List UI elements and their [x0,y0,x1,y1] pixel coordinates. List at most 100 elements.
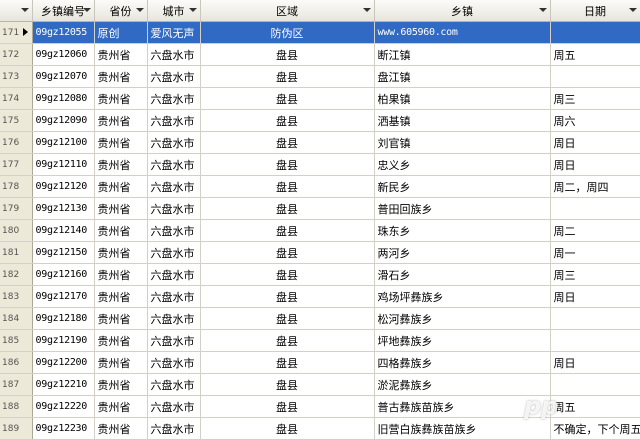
cell-area[interactable]: 盘县 [200,307,375,330]
cell-province[interactable]: 贵州省 [94,285,148,308]
table-row[interactable]: 172 09gz12060 贵州省 六盘水市 盘县 断江镇 周五 [0,43,640,66]
cell-area[interactable]: 盘县 [200,285,375,308]
cell-town[interactable]: 淤泥彝族乡 [374,373,551,396]
cell-town[interactable]: 忠义乡 [374,153,551,176]
cell-province[interactable]: 原创 [94,21,148,44]
row-number-cell[interactable]: 173 [0,65,33,88]
cell-province[interactable]: 贵州省 [94,307,148,330]
cell-date[interactable]: 周日 [550,153,640,176]
cell-city[interactable]: 六盘水市 [147,43,201,66]
cell-city[interactable]: 六盘水市 [147,351,201,374]
header-area[interactable]: 区域 [200,0,375,22]
cell-town-code[interactable]: 09gz12210 [32,373,95,396]
cell-town[interactable]: 两河乡 [374,241,551,264]
table-row[interactable]: 183 09gz12170 贵州省 六盘水市 盘县 鸡场坪彝族乡 周日 [0,285,640,308]
cell-area[interactable]: 盘县 [200,241,375,264]
cell-area[interactable]: 盘县 [200,219,375,242]
cell-town-code[interactable]: 09gz12170 [32,285,95,308]
cell-town-code[interactable]: 09gz12220 [32,395,95,418]
cell-area[interactable]: 盘县 [200,131,375,154]
cell-date[interactable]: 周三 [550,263,640,286]
cell-town[interactable]: 盘江镇 [374,65,551,88]
table-row[interactable]: 177 09gz12110 贵州省 六盘水市 盘县 忠义乡 周日 [0,153,640,176]
table-row[interactable]: 174 09gz12080 贵州省 六盘水市 盘县 柏果镇 周三 [0,87,640,110]
cell-town-code[interactable]: 09gz12140 [32,219,95,242]
row-number-cell[interactable]: 175 [0,109,33,132]
cell-area[interactable]: 盘县 [200,197,375,220]
cell-area[interactable]: 盘县 [200,87,375,110]
cell-area[interactable]: 盘县 [200,395,375,418]
row-number-cell[interactable]: 184 [0,307,33,330]
cell-province[interactable]: 贵州省 [94,417,148,440]
table-row[interactable]: 188 09gz12220 贵州省 六盘水市 盘县 普古彝族苗族乡 周五 [0,395,640,418]
cell-area[interactable]: 盘县 [200,43,375,66]
cell-area[interactable]: 盘县 [200,175,375,198]
cell-date[interactable]: 周日 [550,351,640,374]
cell-province[interactable]: 贵州省 [94,329,148,352]
cell-date[interactable] [550,21,640,44]
cell-area[interactable]: 盘县 [200,263,375,286]
cell-province[interactable]: 贵州省 [94,351,148,374]
cell-town-code[interactable]: 09gz12130 [32,197,95,220]
cell-date[interactable]: 周六 [550,109,640,132]
cell-city[interactable]: 六盘水市 [147,373,201,396]
cell-city[interactable]: 六盘水市 [147,175,201,198]
table-row[interactable]: 181 09gz12150 贵州省 六盘水市 盘县 两河乡 周一 [0,241,640,264]
row-number-cell[interactable]: 183 [0,285,33,308]
cell-province[interactable]: 贵州省 [94,263,148,286]
cell-area[interactable]: 盘县 [200,329,375,352]
table-row[interactable]: 189 09gz12230 贵州省 六盘水市 盘县 旧营白族彝族苗族乡 不确定，下个周五 [0,417,640,440]
cell-town-code[interactable]: 09gz12070 [32,65,95,88]
cell-town-code[interactable]: 09gz12190 [32,329,95,352]
cell-town[interactable]: 坪地彝族乡 [374,329,551,352]
row-number-cell[interactable]: 174 [0,87,33,110]
table-row[interactable]: 178 09gz12120 贵州省 六盘水市 盘县 新民乡 周二，周四 [0,175,640,198]
cell-province[interactable]: 贵州省 [94,373,148,396]
cell-city[interactable]: 六盘水市 [147,109,201,132]
cell-city[interactable]: 六盘水市 [147,241,201,264]
row-number-cell[interactable]: 172 [0,43,33,66]
cell-city[interactable]: 六盘水市 [147,307,201,330]
cell-area[interactable]: 盘县 [200,65,375,88]
cell-town[interactable]: 断江镇 [374,43,551,66]
table-row[interactable]: 184 09gz12180 贵州省 六盘水市 盘县 松河彝族乡 [0,307,640,330]
row-number-cell[interactable]: 176 [0,131,33,154]
cell-city[interactable]: 六盘水市 [147,153,201,176]
row-number-cell[interactable]: 185 [0,329,33,352]
cell-province[interactable]: 贵州省 [94,395,148,418]
cell-date[interactable]: 周二，周四 [550,175,640,198]
cell-city[interactable]: 六盘水市 [147,329,201,352]
cell-town[interactable]: www.605960.com [374,21,551,44]
cell-province[interactable]: 贵州省 [94,197,148,220]
cell-date[interactable]: 周日 [550,131,640,154]
table-row[interactable]: 187 09gz12210 贵州省 六盘水市 盘县 淤泥彝族乡 [0,373,640,396]
header-corner[interactable] [0,0,33,22]
cell-area[interactable]: 盘县 [200,351,375,374]
cell-date[interactable]: 周五 [550,43,640,66]
table-row[interactable]: 173 09gz12070 贵州省 六盘水市 盘县 盘江镇 [0,65,640,88]
cell-province[interactable]: 贵州省 [94,43,148,66]
cell-town-code[interactable]: 09gz12200 [32,351,95,374]
cell-town[interactable]: 洒基镇 [374,109,551,132]
cell-town-code[interactable]: 09gz12055 [32,21,95,44]
cell-city[interactable]: 六盘水市 [147,197,201,220]
cell-date[interactable]: 周五 [550,395,640,418]
cell-city[interactable]: 六盘水市 [147,395,201,418]
cell-town-code[interactable]: 09gz12230 [32,417,95,440]
cell-date[interactable] [550,65,640,88]
cell-city[interactable]: 六盘水市 [147,263,201,286]
table-row[interactable]: 182 09gz12160 贵州省 六盘水市 盘县 滑石乡 周三 [0,263,640,286]
cell-date[interactable] [550,329,640,352]
cell-city[interactable]: 六盘水市 [147,219,201,242]
row-number-cell[interactable]: 182 [0,263,33,286]
cell-town[interactable]: 普古彝族苗族乡 [374,395,551,418]
cell-town[interactable]: 滑石乡 [374,263,551,286]
table-row[interactable]: 175 09gz12090 贵州省 六盘水市 盘县 洒基镇 周六 [0,109,640,132]
cell-province[interactable]: 贵州省 [94,109,148,132]
cell-date[interactable] [550,197,640,220]
table-row[interactable]: 185 09gz12190 贵州省 六盘水市 盘县 坪地彝族乡 [0,329,640,352]
cell-city[interactable]: 六盘水市 [147,87,201,110]
cell-date[interactable]: 周二 [550,219,640,242]
cell-date[interactable]: 周一 [550,241,640,264]
table-row[interactable]: 176 09gz12100 贵州省 六盘水市 盘县 刘官镇 周日 [0,131,640,154]
